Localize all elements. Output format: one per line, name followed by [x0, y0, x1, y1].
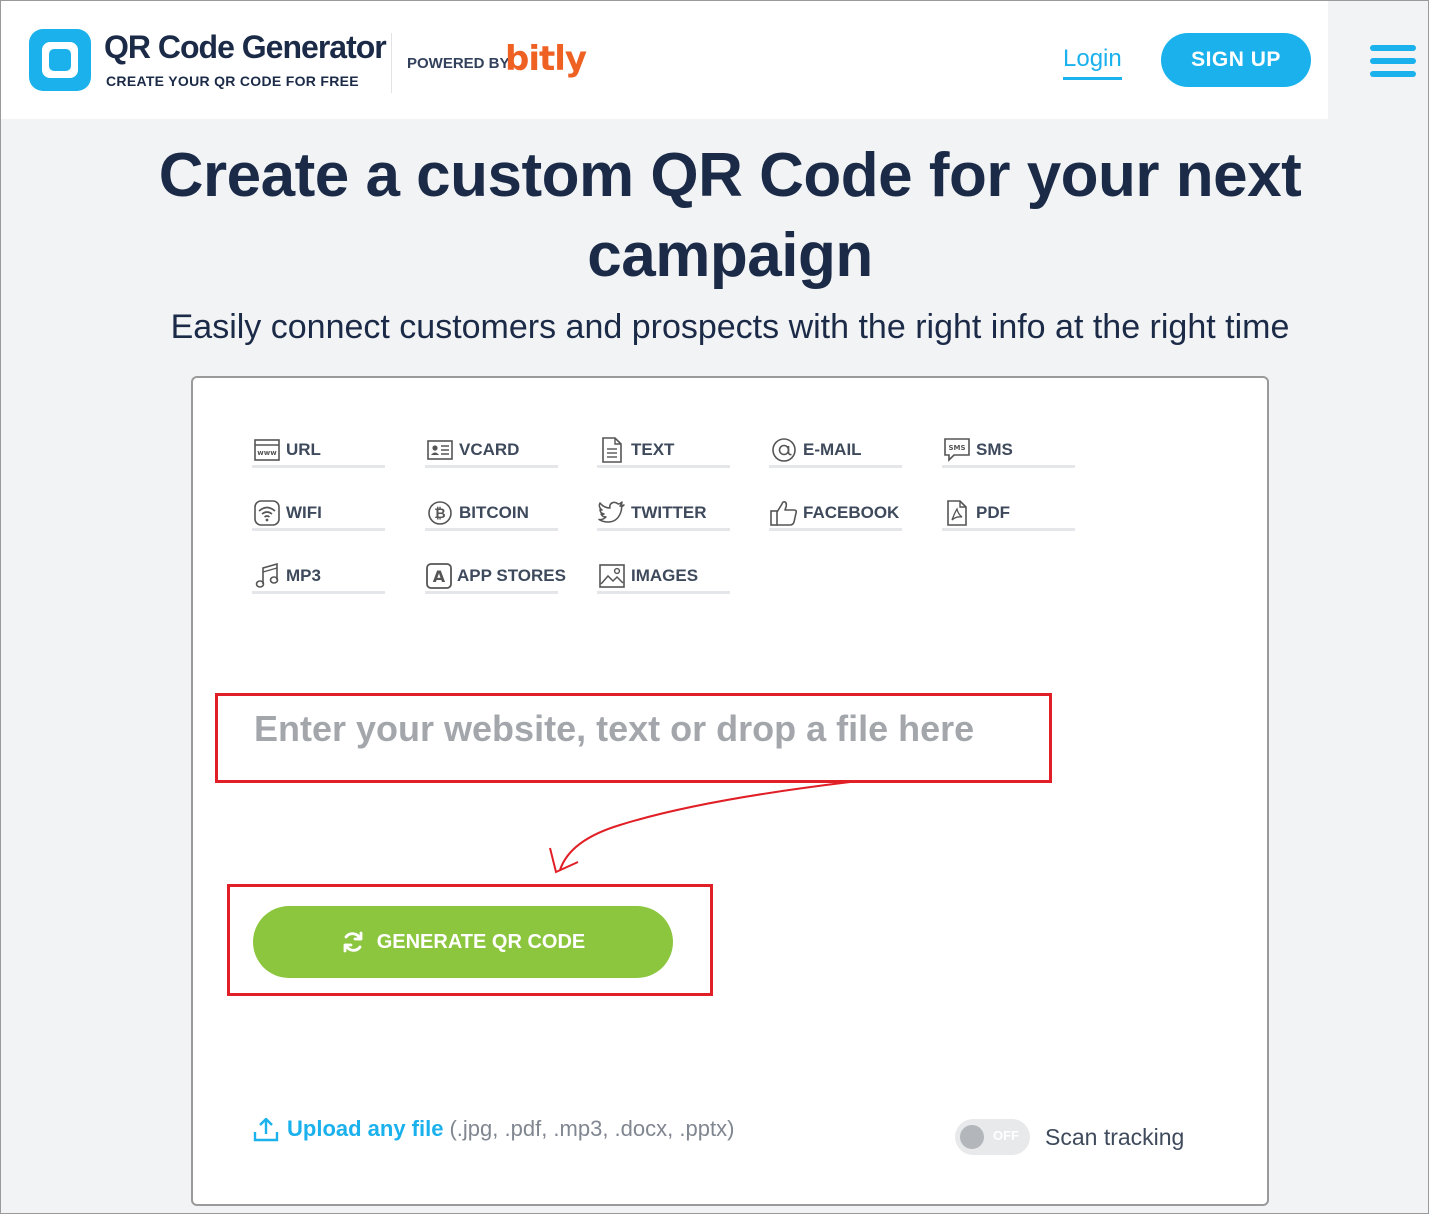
svg-text:SMS: SMS — [948, 444, 965, 452]
annotation-arrow — [549, 781, 851, 874]
upload-row: Upload any file (.jpg, .pdf, .mp3, .docx… — [253, 1116, 734, 1142]
upload-icon[interactable] — [253, 1116, 279, 1142]
svg-text:www: www — [257, 449, 277, 457]
tab-images-label: IMAGES — [631, 565, 699, 585]
page-title: Create a custom QR Code for your next ca… — [158, 141, 1302, 290]
tab-mp3[interactable]: MP3 — [252, 560, 385, 594]
signup-button[interactable]: SIGN UP — [1161, 33, 1311, 87]
logo-subtitle: CREATE YOUR QR CODE FOR FREE — [106, 73, 359, 89]
tab-wifi[interactable]: WIFI — [252, 497, 385, 531]
upload-file-link[interactable]: Upload any file — [287, 1116, 443, 1142]
tab-twitter-label: TWITTER — [631, 502, 707, 522]
site-header: QR Code Generator CREATE YOUR QR CODE FO… — [1, 1, 1328, 119]
tab-facebook[interactable]: FACEBOOK — [769, 497, 902, 531]
tab-vcard-label: VCARD — [459, 439, 520, 459]
music-note-icon — [253, 562, 281, 589]
tab-sms-label: SMS — [976, 439, 1013, 459]
upload-extensions: (.jpg, .pdf, .mp3, .docx, .pptx) — [449, 1116, 735, 1141]
at-sign-icon — [770, 437, 798, 463]
bitcoin-icon: ₿ — [426, 500, 454, 526]
login-link[interactable]: Login — [1063, 45, 1122, 73]
bitly-logo[interactable]: bitly — [505, 39, 587, 79]
tab-email-label: E-MAIL — [803, 439, 862, 459]
tab-bitcoin-label: BITCOIN — [459, 502, 529, 522]
image-icon — [598, 563, 626, 589]
app-store-icon: A — [426, 562, 452, 589]
svg-text:A: A — [433, 567, 446, 586]
login-underline — [1063, 77, 1122, 80]
tab-url[interactable]: www URL — [252, 434, 385, 468]
tab-url-label: URL — [286, 439, 321, 459]
scan-tracking-label: Scan tracking — [1045, 1124, 1185, 1150]
powered-by-label: POWERED BY — [407, 55, 510, 72]
tab-vcard[interactable]: VCARD — [425, 434, 558, 468]
tab-pdf[interactable]: PDF — [942, 497, 1075, 531]
tab-mp3-label: MP3 — [286, 565, 321, 585]
tab-app-stores[interactable]: A APP STORES — [425, 560, 566, 594]
document-icon — [598, 436, 626, 463]
page-subtitle: Easily connect customers and prospects w… — [170, 308, 1290, 346]
toggle-state-label: OFF — [993, 1128, 1019, 1143]
pdf-file-icon — [943, 499, 971, 526]
tab-wifi-label: WIFI — [286, 502, 322, 522]
toggle-knob — [960, 1125, 984, 1149]
tab-images[interactable]: IMAGES — [597, 560, 730, 594]
tab-sms[interactable]: SMS SMS — [942, 434, 1075, 468]
button-highlight-box — [227, 884, 713, 996]
logo-title[interactable]: QR Code Generator — [104, 29, 387, 66]
tab-app-stores-label: APP STORES — [457, 565, 566, 585]
wifi-icon — [253, 499, 281, 526]
header-divider — [391, 33, 392, 93]
svg-text:₿: ₿ — [434, 506, 445, 522]
tab-email[interactable]: E-MAIL — [769, 434, 902, 468]
twitter-bird-icon — [598, 500, 626, 526]
tab-bitcoin[interactable]: ₿ BITCOIN — [425, 497, 558, 531]
www-icon: www — [253, 437, 281, 463]
tab-text-label: TEXT — [631, 439, 675, 459]
tab-facebook-label: FACEBOOK — [803, 502, 900, 522]
qr-logo-icon[interactable] — [29, 29, 91, 91]
sms-bubble-icon: SMS — [943, 437, 971, 463]
scan-tracking-toggle[interactable]: OFF — [955, 1119, 1030, 1155]
tab-twitter[interactable]: TWITTER — [597, 497, 730, 531]
id-card-icon — [426, 437, 454, 463]
hamburger-menu-icon[interactable] — [1370, 45, 1418, 79]
tab-text[interactable]: TEXT — [597, 434, 730, 468]
header-menu-area — [1328, 1, 1428, 119]
thumbs-up-icon — [770, 500, 798, 526]
tab-pdf-label: PDF — [976, 502, 1010, 522]
